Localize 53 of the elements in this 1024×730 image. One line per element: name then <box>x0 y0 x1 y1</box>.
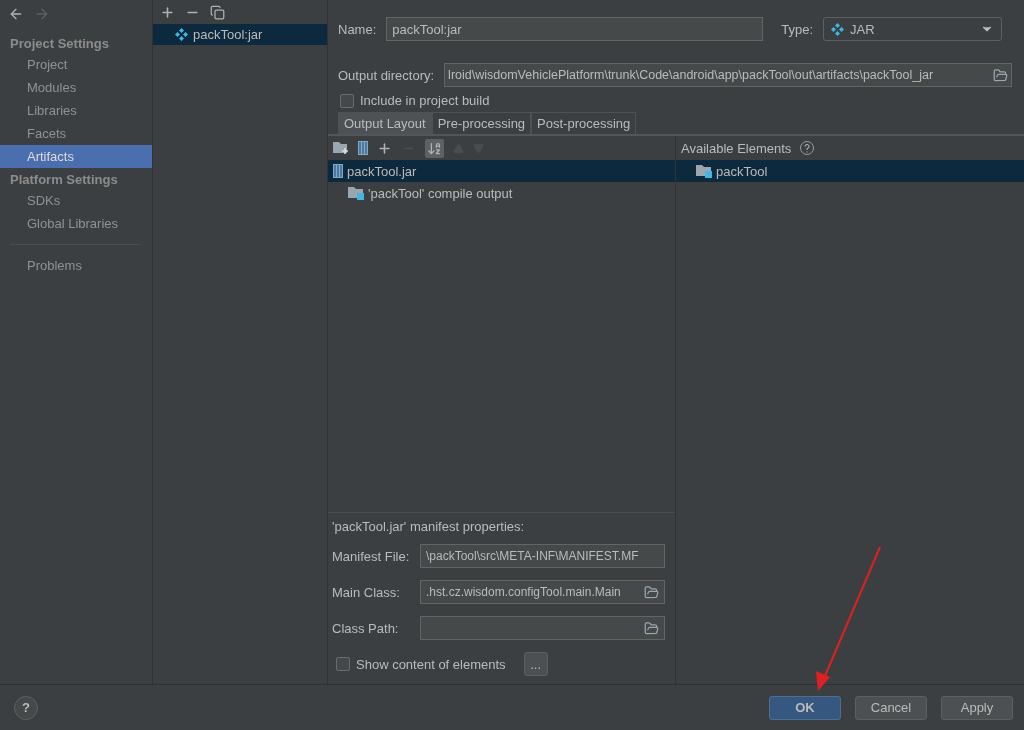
diamond-icon <box>831 22 845 36</box>
dialog-button[interactable]: Cancel <box>855 695 927 720</box>
sidebar-item[interactable]: Project <box>0 53 152 76</box>
tree-item[interactable]: packTool.jar <box>328 160 675 182</box>
diamond-icon <box>175 28 188 41</box>
folder-icon[interactable] <box>993 67 1008 83</box>
checkbox[interactable] <box>340 93 354 108</box>
checkbox-label: Show content of elements <box>356 656 506 672</box>
sidebar-item[interactable]: Facets <box>0 122 152 145</box>
sidebar-item[interactable]: Libraries <box>0 99 152 122</box>
artifact-item[interactable]: packTool:jar <box>153 24 327 45</box>
add-icon[interactable] <box>377 140 392 156</box>
jar-icon <box>333 164 343 178</box>
dialog-button[interactable]: Apply <box>941 695 1013 720</box>
sidebar-item[interactable]: Problems <box>0 254 152 277</box>
sidebar-item[interactable]: Global Libraries <box>0 212 152 235</box>
field-label: Manifest File: <box>332 548 411 564</box>
dialog-button[interactable]: OK <box>769 695 841 720</box>
sidebar-item[interactable]: SDKs <box>0 189 152 212</box>
type-label: Type: <box>781 21 814 37</box>
output-directory-field[interactable]: lroid\wisdomVehiclePlatform\trunk\Code\android\app\packTool\out\artifacts\packTool_jar <box>444 63 1012 87</box>
manifest-field[interactable] <box>420 616 665 640</box>
tab[interactable]: Output Layout <box>338 112 432 134</box>
add-icon[interactable] <box>160 4 175 20</box>
tree-item[interactable]: 'packTool' compile output <box>328 182 675 204</box>
manifest-title: 'packTool.jar' manifest properties: <box>332 519 526 534</box>
field-label: Class Path: <box>332 620 400 636</box>
checkbox-label: Include in project build <box>360 93 490 108</box>
type-dropdown[interactable]: JAR <box>823 17 1003 41</box>
folder-icon[interactable] <box>644 584 659 600</box>
name-label: Name: <box>338 21 377 37</box>
ellipsis-button[interactable]: ... <box>523 652 548 676</box>
tab[interactable]: Pre-processing <box>431 112 532 134</box>
folder-plus-icon[interactable] <box>333 141 349 155</box>
help-button[interactable]: ? <box>14 695 38 720</box>
section-title: Platform Settings <box>9 171 119 189</box>
folder-icon <box>348 186 364 200</box>
name-field[interactable]: packTool:jar <box>386 17 764 41</box>
output-directory-label: Output directory: <box>338 67 435 83</box>
tree-item[interactable]: packTool <box>676 160 1024 182</box>
sidebar-item[interactable]: Modules <box>0 76 152 99</box>
field-label: Main Class: <box>332 584 401 600</box>
manifest-field[interactable]: .hst.cz.wisdom.configTool.main.Main <box>420 580 665 604</box>
copy-icon[interactable] <box>210 4 225 20</box>
folder-icon[interactable] <box>644 620 659 636</box>
manifest-field[interactable]: \packTool\src\META-INF\MANIFEST.MF <box>420 544 665 568</box>
sidebar-item[interactable]: Artifacts <box>0 145 152 168</box>
available-elements-title: Available Elements <box>681 140 792 156</box>
tab[interactable]: Post-processing <box>531 112 637 134</box>
checkbox[interactable] <box>336 657 350 671</box>
sort-icon[interactable] <box>425 138 444 158</box>
section-title: Project Settings <box>9 35 110 53</box>
folder-icon <box>696 164 712 178</box>
